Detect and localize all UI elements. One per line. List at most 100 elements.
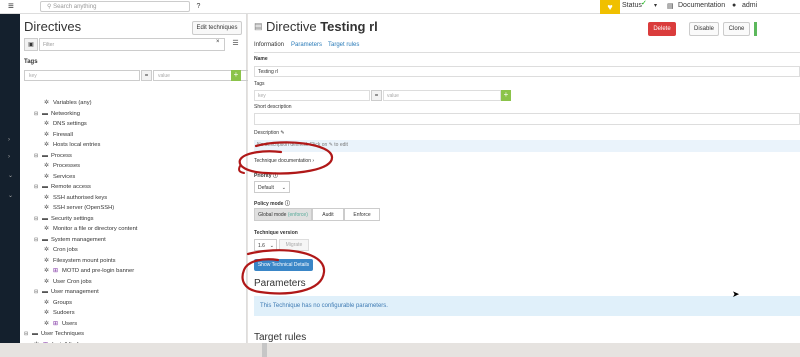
directive-details-panel: ▤ Directive Testing rl Delete Disable Cl… [248,14,800,343]
user-menu[interactable]: admi [742,2,757,9]
tree-category[interactable]: ⊟ ▬ Process [34,151,72,161]
name-input[interactable]: Testing rl [254,66,800,77]
expand-toggle-icon[interactable]: ⊟ [34,109,40,119]
menu-icon[interactable]: ≡ [8,1,14,12]
show-technical-details-button[interactable]: Show Technical Details [254,259,313,271]
folder-icon: ▬ [42,215,48,222]
user-icon[interactable]: ● [732,2,736,9]
expand-toggle-icon[interactable]: ⊟ [34,182,40,192]
version-select[interactable]: 1.6 ⌄ [254,239,277,251]
tree-technique[interactable]: ✲ User Cron jobs [44,277,92,287]
tag-value-input[interactable]: value [383,90,501,101]
tree-item-label: User Techniques [41,331,85,337]
tree-technique[interactable]: ✲ Monitor a file or directory content [44,224,137,234]
chevron-down-icon[interactable]: ⌄ [8,172,13,179]
mode-audit-button[interactable]: Audit [312,208,344,221]
save-button-edge[interactable] [754,22,757,36]
technique-documentation-label: Technique documentation [254,158,311,164]
tag-key-input[interactable]: key [254,90,370,101]
edit-techniques-button[interactable]: Edit techniques [192,21,242,35]
expand-toggle-icon[interactable]: ⊟ [34,287,40,297]
info-icon[interactable]: ⓘ [285,201,290,207]
description-box[interactable]: No description defined. Click on ✎ to ed… [254,140,800,152]
tree-technique[interactable]: ✲ DNS settings [44,119,87,129]
gear-icon: ✲ [44,205,50,211]
status-label[interactable]: Status [622,2,642,9]
gear-icon: ✲ [44,173,50,180]
priority-select[interactable]: Default ⌄ [254,181,290,193]
priority-label-text: Priority [254,173,272,179]
windows-icon: ⊞ [53,268,59,274]
expand-toggle-icon[interactable]: ⊟ [24,329,30,339]
expand-toggle-icon[interactable]: ⊟ [34,235,40,245]
tree-technique[interactable]: ✲ Hosts local entries [44,140,100,150]
tree-item-label: Sudoers [53,310,75,316]
parameters-title: Parameters [254,278,306,289]
heart-icon[interactable]: ♥ [600,0,620,14]
filter-input[interactable]: Filter [39,38,225,51]
technique-documentation-toggle[interactable]: Technique documentation › [254,158,314,164]
tree-category[interactable]: ⊟ ▬ User Techniques [24,329,84,339]
expand-toggle-icon[interactable]: ⊟ [34,151,40,161]
panel-title: Directives [24,19,82,34]
chevron-down-icon: ⌄ [281,185,286,191]
tag-key-input[interactable]: key [24,70,140,81]
gear-icon: ✲ [44,299,50,306]
chevron-right-icon[interactable]: › [8,137,10,143]
chevron-down-icon[interactable]: ▾ [654,2,657,9]
tree-technique[interactable]: ✲ SSH server (OpenSSH) [44,203,114,213]
tree-technique[interactable]: ✲ Firewall [44,130,73,140]
mode-global-button[interactable]: Global mode (enforce) [254,208,312,221]
gear-icon: ✲ [44,131,50,138]
tree-technique[interactable]: ✲ Cron jobs [44,245,78,255]
short-description-input[interactable] [254,113,800,125]
tree-technique[interactable]: ✲ Variables (any) [44,98,92,108]
description-label-text: Description [254,130,280,136]
policy-mode-group: Global mode (enforce) Audit Enforce [254,208,380,221]
expand-toggle-icon[interactable]: ⊟ [34,214,40,224]
tree-category[interactable]: ⊟ ▬ Security settings [34,214,94,224]
migrate-button[interactable]: Migrate [279,239,309,251]
disable-button[interactable]: Disable [689,22,719,36]
tree-category[interactable]: ⊟ ▬ User management [34,287,99,297]
info-icon[interactable]: ⓘ [273,173,278,179]
sliders-icon[interactable]: ☰ [229,38,242,51]
chevron-right-icon[interactable]: › [8,154,10,160]
tree-item-label: Filesystem mount points [53,257,116,264]
add-tag-button[interactable]: + [231,70,241,81]
tab-information[interactable]: Information [254,42,284,48]
folder-open-icon[interactable]: ▣ [24,38,38,51]
tab-target-rules[interactable]: Target rules [328,42,359,48]
documentation-link[interactable]: Documentation [678,2,725,9]
directive-title: Directive Testing rl [266,19,378,34]
tree-item-label: SSH authorised keys [53,194,108,201]
chevron-down-icon[interactable]: ⌄ [8,192,13,199]
global-search-input[interactable]: ⚲ Search anything [40,1,190,12]
book-icon[interactable]: ▤ [667,2,674,10]
tree-category[interactable]: ⊟ ▬ System management [34,235,106,245]
pencil-icon[interactable]: ✎ [280,130,284,136]
mode-enforce-button[interactable]: Enforce [344,208,380,221]
delete-button[interactable]: Delete [648,22,676,36]
gear-icon: ✲ [44,194,50,201]
tree-technique[interactable]: ✲ SSH authorised keys [44,193,107,203]
tree-technique[interactable]: ✲ Filesystem mount points [44,256,116,266]
tree-technique[interactable]: ✲⊞Install firefox [34,340,85,344]
tree-category[interactable]: ⊟ ▬ Remote access [34,182,91,192]
tree-technique[interactable]: ✲ Groups [44,298,72,308]
tree-technique[interactable]: ✲ ⊞ Users [44,319,77,329]
clone-button[interactable]: Clone [723,22,750,36]
add-tag-button[interactable]: + [501,90,511,101]
tree-category[interactable]: ⊟ ▬ Networking [34,109,80,119]
gear-icon: ✲ [44,278,50,285]
tree-item-label: DNS settings [53,121,87,127]
tab-parameters[interactable]: Parameters [291,42,322,48]
tree-technique[interactable]: ✲ Sudoers [44,308,75,318]
help-icon[interactable]: ? [193,1,204,12]
tree-technique[interactable]: ✲ ⊞ MOTD and pre-login banner [44,266,134,276]
clear-filter-icon[interactable]: × [216,39,220,45]
tags-label: Tags [254,81,265,87]
tree-item-label: SSH server (OpenSSH) [53,205,115,211]
tree-technique[interactable]: ✲ Services [44,172,75,182]
tree-technique[interactable]: ✲ Processes [44,161,80,171]
